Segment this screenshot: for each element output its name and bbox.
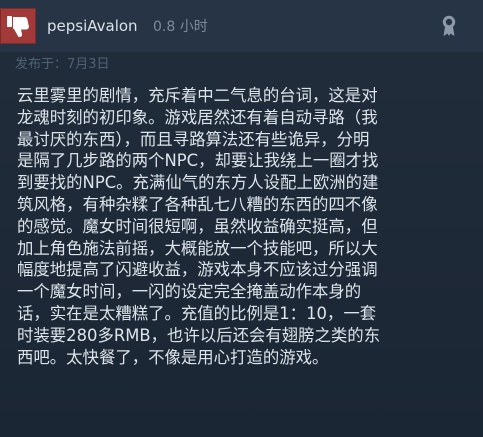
review-text-line: 云里雾里的剧情，充斥着中二气息的台词，这是对 — [17, 86, 378, 105]
review-text-line: 是隔了几步路的两个NPC，却要让我绕上一圈才找 — [17, 151, 379, 171]
review-text-line: 的感觉。魔女时间很短啊，虽然收益确实挺高，但 — [17, 216, 378, 236]
review-text-line: 龙魂时刻的初印象。游戏居然还有着自动寻路（我 — [17, 107, 378, 127]
thumbs-down-badge — [0, 8, 36, 44]
review-header: pepsiAvalon 0.8 小时 — [0, 0, 483, 52]
review-body: 云里雾里的剧情，充斥着中二气息的台词，这是对 龙魂时刻的初印象。游戏居然还有着自… — [17, 85, 472, 368]
review-text-line: 话，实在是太糟糕了。充值的比例是1：10，一套 — [17, 303, 377, 323]
review-text-line: 到要找的NPC。充满仙气的东方人设配上欧洲的建 — [17, 173, 379, 193]
thumbs-down-icon — [7, 16, 29, 37]
award-button[interactable] — [435, 14, 463, 38]
playtime-hours: 0.8 小时 — [153, 19, 208, 35]
review-text-line: 筑风格，有种杂糅了各种乱七八糟的东西的四不像 — [17, 194, 378, 214]
posted-date: 发布于：7月3日 — [15, 57, 110, 72]
review-text-line: 时装要280多RMB，也许以后还会有翅膀之类的东 — [17, 325, 381, 345]
review-text-line: 西吧。太快餐了，不像是用心打造的游戏。 — [17, 347, 329, 367]
review-card: pepsiAvalon 0.8 小时 发布于：7月3日 云里雾里的剧情，充斥着中… — [0, 0, 483, 437]
review-text-line: 加上角色施法前摇，大概能放一个技能吧，所以大 — [17, 238, 378, 258]
award-icon — [442, 15, 456, 36]
review-text-line: 最讨厌的东西），而且寻路算法还有些诡异，分明 — [17, 129, 370, 149]
review-author[interactable]: pepsiAvalon — [47, 17, 138, 35]
review-text-line: 幅度地提高了闪避收益，游戏本身不应该过分强调 — [17, 260, 378, 280]
review-text-line: 一个魔女时间，一闪的设定完全掩盖动作本身的 — [17, 282, 362, 302]
